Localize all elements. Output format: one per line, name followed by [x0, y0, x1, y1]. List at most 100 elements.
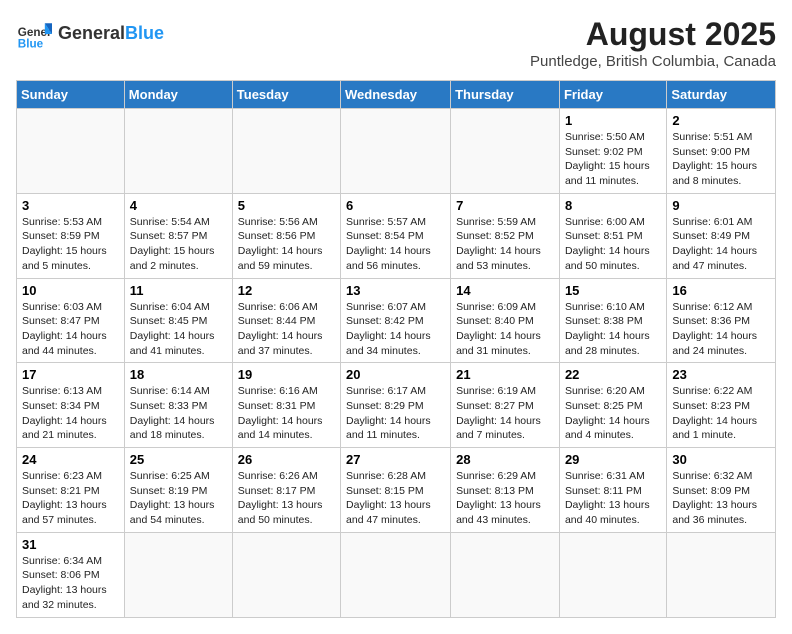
day-cell: 3Sunrise: 5:53 AM Sunset: 8:59 PM Daylig…: [17, 193, 125, 278]
day-info: Sunrise: 6:16 AM Sunset: 8:31 PM Dayligh…: [238, 384, 335, 443]
day-cell: 16Sunrise: 6:12 AM Sunset: 8:36 PM Dayli…: [667, 278, 776, 363]
col-header-sunday: Sunday: [17, 81, 125, 109]
day-info: Sunrise: 5:50 AM Sunset: 9:02 PM Dayligh…: [565, 130, 661, 189]
day-number: 10: [22, 283, 119, 298]
col-header-friday: Friday: [559, 81, 666, 109]
day-cell: 27Sunrise: 6:28 AM Sunset: 8:15 PM Dayli…: [341, 448, 451, 533]
header-row: SundayMondayTuesdayWednesdayThursdayFrid…: [17, 81, 776, 109]
day-cell: 24 Sunrise: 6:23 AM Sunset: 8:21 PM Dayli…: [17, 448, 125, 533]
day-cell: 29Sunrise: 6:31 AM Sunset: 8:11 PM Dayli…: [559, 448, 666, 533]
calendar-title-area: August 2025 Puntledge, British Columbia,…: [530, 16, 776, 70]
day-cell: 11 Sunrise: 6:04 AM Sunset: 8:45 PM Dayli…: [124, 278, 232, 363]
day-cell: 12 Sunrise: 6:06 AM Sunset: 8:44 PM Dayli…: [232, 278, 340, 363]
day-number: 4: [130, 198, 227, 213]
day-number: 7: [456, 198, 554, 213]
logo: General Blue General Blue: [16, 16, 164, 52]
day-cell: 13 Sunrise: 6:07 AM Sunset: 8:42 PM Dayli…: [341, 278, 451, 363]
day-cell: [124, 532, 232, 617]
day-cell: 18 Sunrise: 6:14 AM Sunset: 8:33 PM Dayli…: [124, 363, 232, 448]
day-cell: 31Sunrise: 6:34 AM Sunset: 8:06 PM Dayli…: [17, 532, 125, 617]
day-info: Sunrise: 6:23 AM Sunset: 8:21 PM Dayligh…: [22, 469, 119, 528]
day-number: 15: [565, 283, 661, 298]
day-cell: 1Sunrise: 5:50 AM Sunset: 9:02 PM Daylig…: [559, 109, 666, 194]
col-header-wednesday: Wednesday: [341, 81, 451, 109]
day-cell: [124, 109, 232, 194]
day-number: 11: [130, 283, 227, 298]
day-cell: [667, 532, 776, 617]
day-info: Sunrise: 6:19 AM Sunset: 8:27 PM Dayligh…: [456, 384, 554, 443]
logo-general: General: [58, 23, 125, 43]
week-row-5: 31Sunrise: 6:34 AM Sunset: 8:06 PM Dayli…: [17, 532, 776, 617]
day-cell: 4 Sunrise: 5:54 AM Sunset: 8:57 PM Daylig…: [124, 193, 232, 278]
day-number: 21: [456, 367, 554, 382]
day-number: 16: [672, 283, 770, 298]
day-cell: 17Sunrise: 6:13 AM Sunset: 8:34 PM Dayli…: [17, 363, 125, 448]
day-info: Sunrise: 6:07 AM Sunset: 8:42 PM Dayligh…: [346, 300, 445, 359]
day-number: 8: [565, 198, 661, 213]
day-info: Sunrise: 6:06 AM Sunset: 8:44 PM Dayligh…: [238, 300, 335, 359]
day-number: 9: [672, 198, 770, 213]
col-header-thursday: Thursday: [451, 81, 560, 109]
day-cell: 22Sunrise: 6:20 AM Sunset: 8:25 PM Dayli…: [559, 363, 666, 448]
day-info: Sunrise: 6:29 AM Sunset: 8:13 PM Dayligh…: [456, 469, 554, 528]
day-cell: [232, 532, 340, 617]
day-info: Sunrise: 6:00 AM Sunset: 8:51 PM Dayligh…: [565, 215, 661, 274]
page-subtitle: Puntledge, British Columbia, Canada: [530, 53, 776, 70]
day-info: Sunrise: 6:20 AM Sunset: 8:25 PM Dayligh…: [565, 384, 661, 443]
week-row-2: 10Sunrise: 6:03 AM Sunset: 8:47 PM Dayli…: [17, 278, 776, 363]
day-cell: [451, 109, 560, 194]
day-cell: 21 Sunrise: 6:19 AM Sunset: 8:27 PM Dayli…: [451, 363, 560, 448]
day-number: 24: [22, 452, 119, 467]
svg-text:Blue: Blue: [18, 38, 44, 51]
day-info: Sunrise: 6:14 AM Sunset: 8:33 PM Dayligh…: [130, 384, 227, 443]
calendar-header: SundayMondayTuesdayWednesdayThursdayFrid…: [17, 81, 776, 109]
day-info: Sunrise: 6:32 AM Sunset: 8:09 PM Dayligh…: [672, 469, 770, 528]
day-cell: 19 Sunrise: 6:16 AM Sunset: 8:31 PM Dayli…: [232, 363, 340, 448]
day-number: 18: [130, 367, 227, 382]
day-info: Sunrise: 5:59 AM Sunset: 8:52 PM Dayligh…: [456, 215, 554, 274]
day-cell: 7 Sunrise: 5:59 AM Sunset: 8:52 PM Daylig…: [451, 193, 560, 278]
day-number: 26: [238, 452, 335, 467]
day-info: Sunrise: 6:25 AM Sunset: 8:19 PM Dayligh…: [130, 469, 227, 528]
day-info: Sunrise: 5:54 AM Sunset: 8:57 PM Dayligh…: [130, 215, 227, 274]
page-header: General Blue General Blue August 2025 Pun…: [16, 16, 776, 70]
day-cell: [232, 109, 340, 194]
day-cell: 8 Sunrise: 6:00 AM Sunset: 8:51 PM Daylig…: [559, 193, 666, 278]
day-info: Sunrise: 6:10 AM Sunset: 8:38 PM Dayligh…: [565, 300, 661, 359]
day-cell: 30 Sunrise: 6:32 AM Sunset: 8:09 PM Dayli…: [667, 448, 776, 533]
day-info: Sunrise: 6:26 AM Sunset: 8:17 PM Dayligh…: [238, 469, 335, 528]
day-info: Sunrise: 6:09 AM Sunset: 8:40 PM Dayligh…: [456, 300, 554, 359]
day-cell: 26 Sunrise: 6:26 AM Sunset: 8:17 PM Dayli…: [232, 448, 340, 533]
day-cell: 23 Sunrise: 6:22 AM Sunset: 8:23 PM Dayli…: [667, 363, 776, 448]
day-cell: 14 Sunrise: 6:09 AM Sunset: 8:40 PM Dayli…: [451, 278, 560, 363]
day-number: 12: [238, 283, 335, 298]
day-number: 19: [238, 367, 335, 382]
day-info: Sunrise: 5:53 AM Sunset: 8:59 PM Dayligh…: [22, 215, 119, 274]
day-number: 31: [22, 537, 119, 552]
day-info: Sunrise: 6:01 AM Sunset: 8:49 PM Dayligh…: [672, 215, 770, 274]
day-cell: 2Sunrise: 5:51 AM Sunset: 9:00 PM Daylig…: [667, 109, 776, 194]
day-info: Sunrise: 6:04 AM Sunset: 8:45 PM Dayligh…: [130, 300, 227, 359]
day-info: Sunrise: 5:51 AM Sunset: 9:00 PM Dayligh…: [672, 130, 770, 189]
day-number: 6: [346, 198, 445, 213]
day-cell: 15 Sunrise: 6:10 AM Sunset: 8:38 PM Dayli…: [559, 278, 666, 363]
day-number: 13: [346, 283, 445, 298]
day-cell: 9 Sunrise: 6:01 AM Sunset: 8:49 PM Daylig…: [667, 193, 776, 278]
logo-icon: General Blue: [16, 16, 52, 52]
day-info: Sunrise: 6:22 AM Sunset: 8:23 PM Dayligh…: [672, 384, 770, 443]
day-info: Sunrise: 5:56 AM Sunset: 8:56 PM Dayligh…: [238, 215, 335, 274]
day-cell: 6Sunrise: 5:57 AM Sunset: 8:54 PM Daylig…: [341, 193, 451, 278]
day-number: 14: [456, 283, 554, 298]
col-header-tuesday: Tuesday: [232, 81, 340, 109]
day-number: 20: [346, 367, 445, 382]
day-cell: [341, 109, 451, 194]
day-info: Sunrise: 6:31 AM Sunset: 8:11 PM Dayligh…: [565, 469, 661, 528]
day-number: 23: [672, 367, 770, 382]
day-number: 30: [672, 452, 770, 467]
day-cell: 5Sunrise: 5:56 AM Sunset: 8:56 PM Daylig…: [232, 193, 340, 278]
day-info: Sunrise: 6:28 AM Sunset: 8:15 PM Dayligh…: [346, 469, 445, 528]
day-info: Sunrise: 6:17 AM Sunset: 8:29 PM Dayligh…: [346, 384, 445, 443]
day-cell: [451, 532, 560, 617]
day-number: 28: [456, 452, 554, 467]
col-header-saturday: Saturday: [667, 81, 776, 109]
